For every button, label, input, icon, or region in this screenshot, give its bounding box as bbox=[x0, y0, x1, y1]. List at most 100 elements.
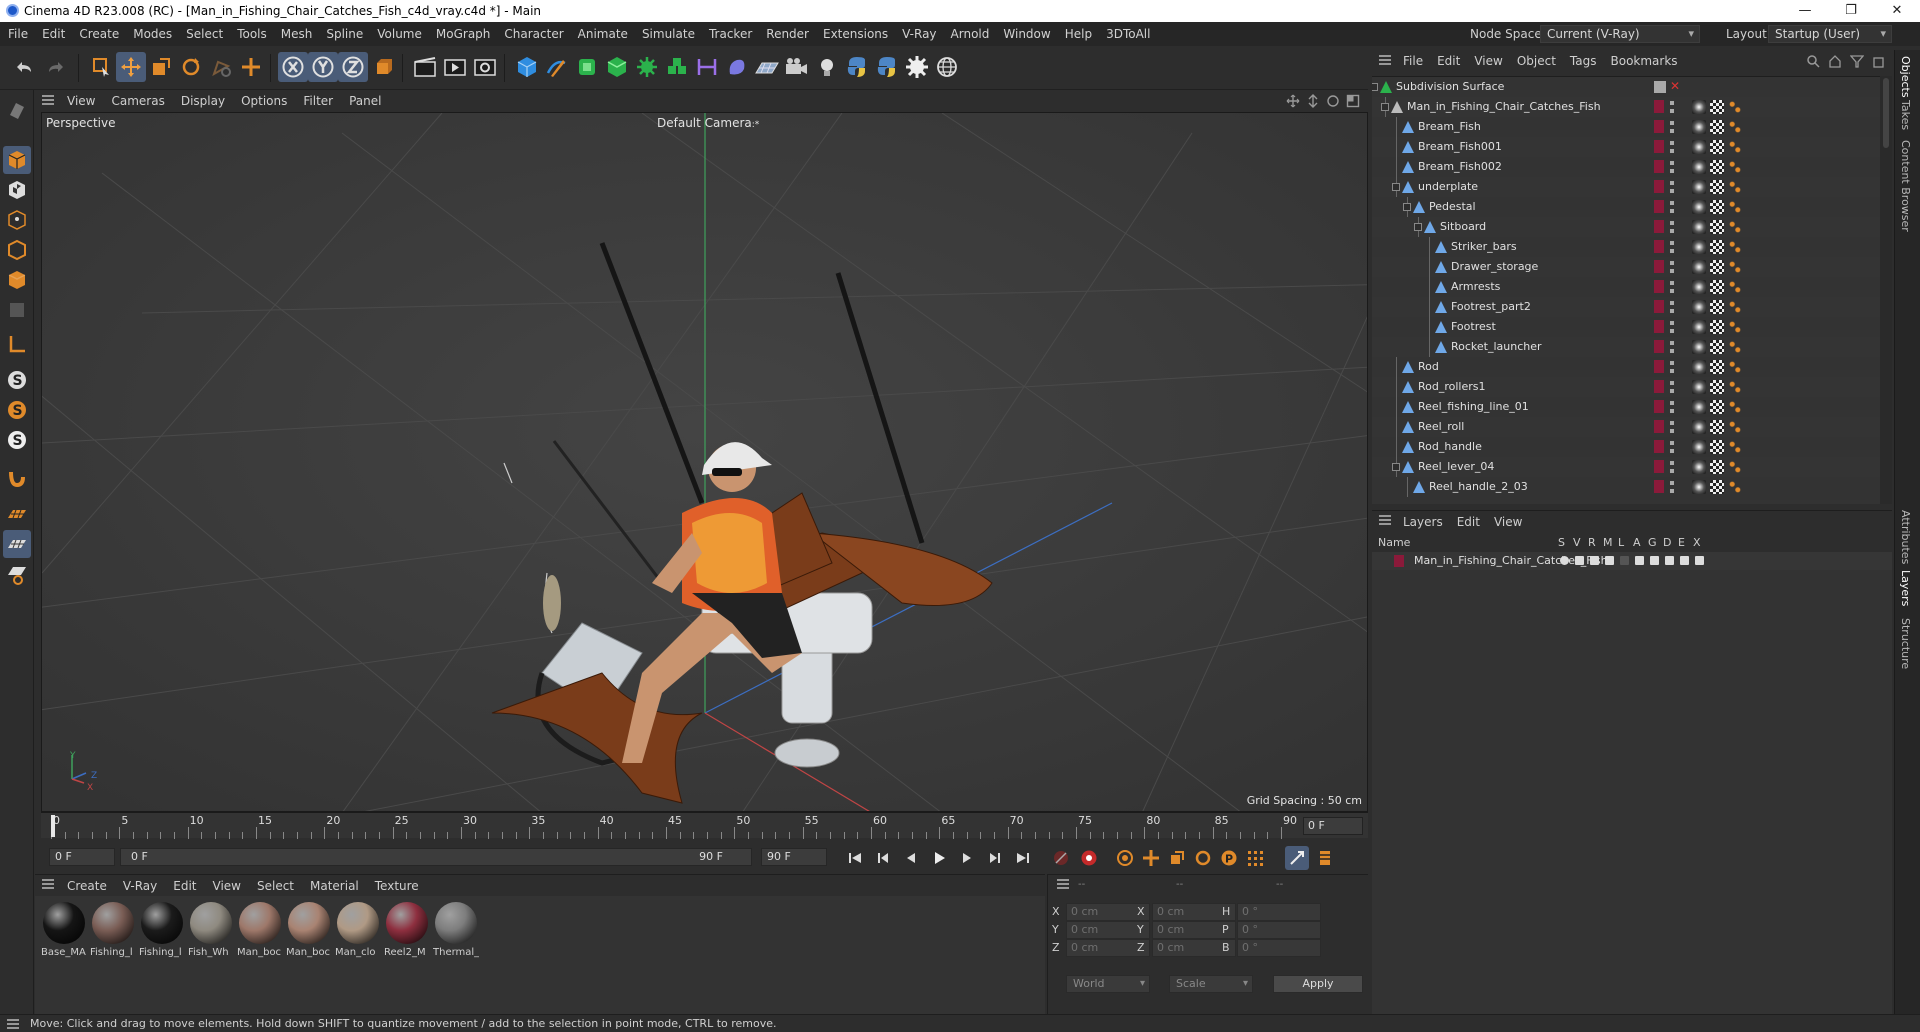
play-button[interactable] bbox=[927, 846, 951, 870]
expressions-icon[interactable] bbox=[1680, 556, 1689, 565]
visibility-dots[interactable] bbox=[1670, 421, 1674, 433]
layer-color-tag[interactable] bbox=[1654, 140, 1664, 153]
uvw-tag[interactable] bbox=[1710, 280, 1724, 294]
layer-color-tag[interactable] bbox=[1654, 340, 1664, 353]
menu-tracker[interactable]: Tracker bbox=[702, 22, 759, 46]
layer-list[interactable]: Man_in_Fishing_Chair_Catches_Fish bbox=[1372, 552, 1892, 1014]
enable-axis-button[interactable] bbox=[3, 330, 31, 358]
node-space-select[interactable]: Current (V-Ray) bbox=[1540, 25, 1700, 43]
material-tag[interactable] bbox=[1692, 460, 1706, 474]
menu-render[interactable]: Render bbox=[759, 22, 816, 46]
visibility-dots[interactable] bbox=[1670, 441, 1674, 453]
uvw-tag[interactable] bbox=[1710, 200, 1724, 214]
layer-color-tag[interactable] bbox=[1654, 400, 1664, 413]
coordinate-mode-select[interactable]: Scale bbox=[1169, 975, 1253, 993]
visibility-dots[interactable] bbox=[1670, 381, 1674, 393]
key-pla-button[interactable] bbox=[1243, 846, 1267, 870]
timeline-editor-button[interactable] bbox=[1313, 846, 1337, 870]
transform-tool[interactable] bbox=[236, 52, 266, 82]
cloner-button[interactable] bbox=[632, 52, 662, 82]
visibility-dots[interactable] bbox=[1670, 481, 1674, 493]
material-tag[interactable] bbox=[1692, 440, 1706, 454]
uvw-tag[interactable] bbox=[1710, 320, 1724, 334]
object-row[interactable]: Footrest bbox=[1372, 317, 1880, 337]
material-tag[interactable] bbox=[1692, 160, 1706, 174]
layer-color-tag[interactable] bbox=[1654, 280, 1664, 293]
object-row[interactable]: Footrest_part2 bbox=[1372, 297, 1880, 317]
xref-icon[interactable] bbox=[1695, 556, 1704, 565]
expand-toggle[interactable] bbox=[1414, 223, 1422, 231]
python-script-button[interactable] bbox=[842, 52, 872, 82]
object-row[interactable]: Rod_handle bbox=[1372, 437, 1880, 457]
material-swatch[interactable]: Man_boc bbox=[237, 902, 283, 964]
side-tab-attributes[interactable]: Attributes bbox=[1899, 510, 1912, 564]
material-swatch[interactable]: Fish_Wh bbox=[188, 902, 234, 964]
coord-value-field[interactable]: 0 ° bbox=[1237, 939, 1321, 957]
selection-tag[interactable] bbox=[1728, 300, 1742, 314]
layer-menu-icon[interactable] bbox=[1378, 514, 1392, 529]
menu-edit[interactable]: Edit bbox=[35, 22, 72, 46]
selection-tag[interactable] bbox=[1728, 460, 1742, 474]
layer-column-name[interactable]: Name bbox=[1378, 536, 1410, 549]
menu-arnold[interactable]: Arnold bbox=[944, 22, 997, 46]
minimize-button[interactable]: — bbox=[1782, 0, 1828, 22]
visibility-dots[interactable] bbox=[1670, 401, 1674, 413]
layer-column-e[interactable]: E bbox=[1678, 536, 1685, 549]
layer-color-tag[interactable] bbox=[1654, 300, 1664, 313]
goto-end-button[interactable] bbox=[1011, 846, 1035, 870]
object-row[interactable]: underplate bbox=[1372, 177, 1880, 197]
coordinate-system-button[interactable] bbox=[368, 52, 398, 82]
maximize-view-icon[interactable] bbox=[1346, 94, 1360, 108]
layer-column-r[interactable]: R bbox=[1588, 536, 1596, 549]
visibility-dots[interactable] bbox=[1670, 161, 1674, 173]
viewport-menu-panel[interactable]: Panel bbox=[341, 90, 389, 112]
menu-select[interactable]: Select bbox=[179, 22, 230, 46]
layer-color-tag[interactable] bbox=[1654, 360, 1664, 373]
manager-icon[interactable] bbox=[1605, 556, 1614, 565]
extrude-button[interactable] bbox=[602, 52, 632, 82]
render-view-button[interactable] bbox=[410, 52, 440, 82]
visibility-dots[interactable] bbox=[1670, 141, 1674, 153]
selection-tag[interactable] bbox=[1728, 380, 1742, 394]
material-swatch[interactable]: Fishing_l bbox=[90, 902, 136, 964]
visibility-dots[interactable] bbox=[1670, 301, 1674, 313]
selection-tag[interactable] bbox=[1728, 340, 1742, 354]
expand-toggle[interactable] bbox=[1372, 83, 1378, 91]
visibility-dots[interactable] bbox=[1670, 101, 1674, 113]
uvw-tag[interactable] bbox=[1710, 420, 1724, 434]
spline-pen-button[interactable] bbox=[542, 52, 572, 82]
viewport-perspective[interactable]: Perspective Default Camera:* Grid Spacin… bbox=[41, 112, 1368, 812]
visibility-dots[interactable] bbox=[1670, 321, 1674, 333]
selection-tag[interactable] bbox=[1728, 180, 1742, 194]
side-tab-objects[interactable]: Objects bbox=[1899, 56, 1912, 98]
uvw-tag[interactable] bbox=[1710, 440, 1724, 454]
object-row[interactable]: Striker_bars bbox=[1372, 237, 1880, 257]
scrollbar-thumb[interactable] bbox=[1883, 78, 1889, 148]
side-tab-layers[interactable]: Layers bbox=[1899, 570, 1912, 606]
visibility-dots[interactable] bbox=[1670, 201, 1674, 213]
visibility-dots[interactable] bbox=[1670, 181, 1674, 193]
next-key-button[interactable] bbox=[983, 846, 1007, 870]
menu-simulate[interactable]: Simulate bbox=[635, 22, 702, 46]
layer-column-s[interactable]: S bbox=[1558, 536, 1565, 549]
material-tag[interactable] bbox=[1692, 140, 1706, 154]
layer-color-swatch[interactable] bbox=[1394, 555, 1404, 567]
scale-tool[interactable] bbox=[146, 52, 176, 82]
side-tab-content-browser[interactable]: Content Browser bbox=[1899, 140, 1912, 232]
selection-tag[interactable] bbox=[1728, 160, 1742, 174]
material-menu-view[interactable]: View bbox=[205, 875, 249, 897]
menu-tools[interactable]: Tools bbox=[230, 22, 274, 46]
layer-color-tag[interactable] bbox=[1654, 480, 1664, 493]
close-button[interactable]: ✕ bbox=[1874, 0, 1920, 22]
coord-menu-icon[interactable] bbox=[1056, 878, 1070, 893]
object-row[interactable]: Drawer_storage bbox=[1372, 257, 1880, 277]
layer-color-tag[interactable] bbox=[1654, 100, 1664, 113]
material-tag[interactable] bbox=[1692, 320, 1706, 334]
menu-spline[interactable]: Spline bbox=[319, 22, 370, 46]
object-row[interactable]: Reel_lever_04 bbox=[1372, 457, 1880, 477]
camera-button[interactable] bbox=[782, 52, 812, 82]
object-row[interactable]: Reel_fishing_line_01 bbox=[1372, 397, 1880, 417]
uvw-tag[interactable] bbox=[1710, 380, 1724, 394]
layer-row[interactable]: Man_in_Fishing_Chair_Catches_Fish bbox=[1372, 552, 1892, 570]
layer-menu-view[interactable]: View bbox=[1487, 511, 1529, 533]
